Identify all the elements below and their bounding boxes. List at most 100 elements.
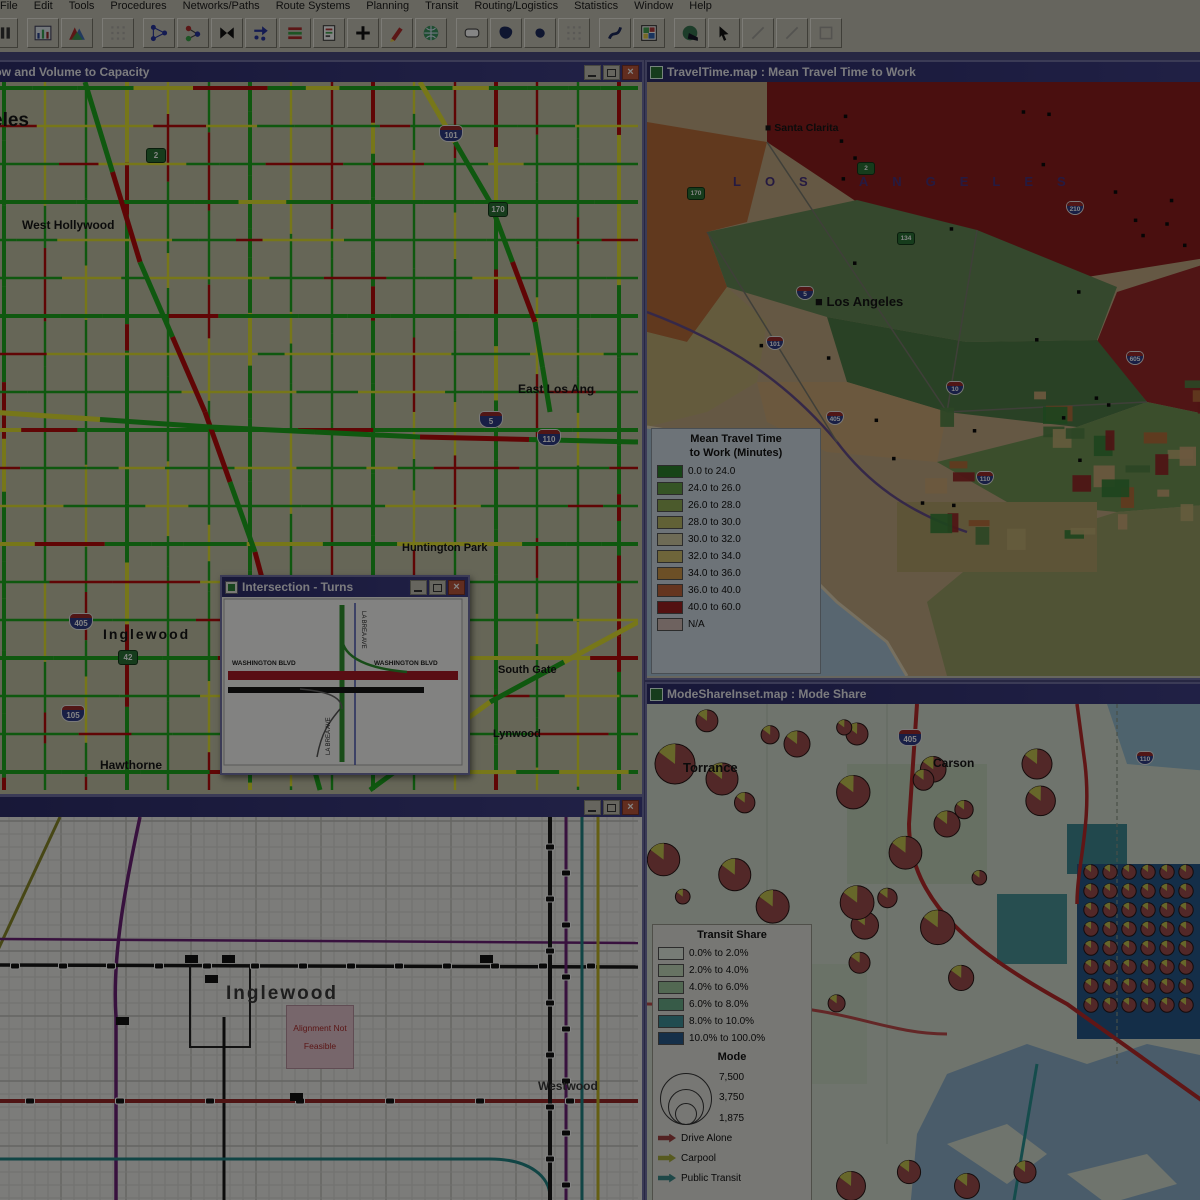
- crosshair-button[interactable]: [347, 18, 379, 48]
- routes-window-titlebar[interactable]: ×: [0, 797, 642, 817]
- map-window-icon: [650, 66, 663, 79]
- path-tool-button-disabled[interactable]: [776, 18, 808, 48]
- legend-row: 6.0% to 8.0%: [658, 998, 806, 1011]
- menu-item-statistics[interactable]: Statistics: [566, 0, 626, 12]
- restore-button[interactable]: [603, 800, 620, 815]
- city-label: ■ Los Angeles: [815, 294, 903, 309]
- traffic-window-titlebar[interactable]: low and Volume to Capacity ×: [0, 62, 642, 82]
- legend-swatch: [658, 1032, 684, 1045]
- flow-arrows-button[interactable]: [245, 18, 277, 48]
- state-route-shield: 134: [897, 232, 915, 245]
- network-editor-button[interactable]: [143, 18, 175, 48]
- mode-swatch: [658, 1174, 676, 1183]
- subarea-button[interactable]: [524, 18, 556, 48]
- matrix-grid-button-disabled[interactable]: [102, 18, 134, 48]
- legend-swatch: [658, 964, 684, 977]
- city-label: Inglewood: [226, 983, 338, 1005]
- globe-layers-button[interactable]: [415, 18, 447, 48]
- legend-swatch: [657, 499, 683, 512]
- globe-3d-button[interactable]: [674, 18, 706, 48]
- city-label: Hawthorne: [100, 758, 162, 772]
- intersection-titlebar[interactable]: Intersection - Turns ×: [222, 577, 468, 597]
- toolbox-button[interactable]: [0, 18, 18, 48]
- map-preview-button[interactable]: [633, 18, 665, 48]
- legend-row: 40.0 to 60.0: [657, 601, 815, 614]
- city-label: Carson: [933, 756, 974, 770]
- legend-row: 36.0 to 40.0: [657, 584, 815, 597]
- menu-item-help[interactable]: Help: [681, 0, 720, 12]
- interstate-shield: 101: [440, 126, 462, 141]
- menu-item-tools[interactable]: Tools: [61, 0, 103, 12]
- travel-time-map[interactable]: ■ Santa Clarita ■ Los Angeles LOS ANGELE…: [647, 82, 1200, 678]
- map-note: Alignment Not Feasible: [286, 1005, 354, 1069]
- menu-bar: FileEditToolsProceduresNetworks/PathsRou…: [0, 0, 1200, 14]
- legend-row: N/A: [657, 618, 815, 631]
- menu-item-route-systems[interactable]: Route Systems: [268, 0, 359, 12]
- intersection-diagram[interactable]: WASHINGTON BLVD WASHINGTON BLVD LA BREA …: [222, 597, 468, 773]
- legend-row: 30.0 to 32.0: [657, 533, 815, 546]
- report-page-button[interactable]: [313, 18, 345, 48]
- district-button[interactable]: [490, 18, 522, 48]
- menu-item-edit[interactable]: Edit: [26, 0, 61, 12]
- menu-item-window[interactable]: Window: [626, 0, 681, 12]
- minimize-button[interactable]: [584, 800, 601, 815]
- legend-swatch: [658, 998, 684, 1011]
- legend-row: 10.0% to 100.0%: [658, 1032, 806, 1045]
- menu-item-procedures[interactable]: Procedures: [102, 0, 174, 12]
- measure-pen-button[interactable]: [381, 18, 413, 48]
- legend-swatch: [657, 482, 683, 495]
- legend-row: 2.0% to 4.0%: [658, 964, 806, 977]
- street-label: LA BREA AVE: [360, 611, 366, 649]
- menu-item-transit[interactable]: Transit: [417, 0, 466, 12]
- grid-button-disabled[interactable]: [558, 18, 590, 48]
- close-button[interactable]: ×: [448, 580, 465, 595]
- mode-window-title: ModeShareInset.map : Mode Share: [667, 687, 866, 701]
- legend-swatch: [658, 947, 684, 960]
- close-button[interactable]: ×: [622, 800, 639, 815]
- menu-item-file[interactable]: File: [0, 0, 26, 12]
- menu-item-routing-logistics[interactable]: Routing/Logistics: [466, 0, 566, 12]
- city-label: Lynwood: [493, 728, 541, 740]
- menu-item-networks-paths[interactable]: Networks/Paths: [175, 0, 268, 12]
- window-mode-share: ModeShareInset.map : Mode Share: [645, 682, 1200, 1200]
- legend-title: Transit Share: [658, 929, 806, 943]
- legend-swatch: [657, 550, 683, 563]
- new-dataview-button[interactable]: [27, 18, 59, 48]
- travel-window-titlebar[interactable]: TravelTime.map : Mean Travel Time to Wor…: [647, 62, 1200, 82]
- city-label: South Gate: [498, 664, 557, 676]
- state-route-shield: 2: [146, 148, 166, 163]
- legend-title: Mean Travel Time to Work (Minutes): [657, 433, 815, 461]
- frame-tool-button-disabled[interactable]: [810, 18, 842, 48]
- mode-section-title: Mode: [658, 1051, 806, 1065]
- city-label: Huntington Park: [402, 542, 488, 554]
- street-label: WASHINGTON BLVD: [232, 660, 296, 667]
- city-label: Inglewood: [103, 626, 190, 642]
- label-button[interactable]: [456, 18, 488, 48]
- restore-button[interactable]: [429, 580, 446, 595]
- minimize-button[interactable]: [410, 580, 427, 595]
- city-label: Torrance: [683, 760, 738, 775]
- mode-share-legend: Transit Share 0.0% to 2.0% 2.0% to 4.0% …: [652, 924, 812, 1200]
- menu-item-planning[interactable]: Planning: [358, 0, 417, 12]
- route-button[interactable]: [599, 18, 631, 48]
- legend-row: 0.0% to 2.0%: [658, 947, 806, 960]
- legend-swatch: [657, 567, 683, 580]
- county-label: LOS ANGELES: [733, 174, 1200, 189]
- line-tool-button-disabled[interactable]: [742, 18, 774, 48]
- close-button[interactable]: ×: [622, 65, 639, 80]
- mode-share-map[interactable]: Torrance Carson 405 110 Transit Share 0.…: [647, 704, 1200, 1200]
- merge-button[interactable]: [211, 18, 243, 48]
- network-colors-button[interactable]: [177, 18, 209, 48]
- city-label: eles: [0, 110, 29, 132]
- routes-map[interactable]: Inglewood Westwood Alignment Not Feasibl…: [0, 817, 642, 1200]
- legend-lines-button[interactable]: [279, 18, 311, 48]
- size-label: 7,500: [719, 1072, 744, 1083]
- pointer-button[interactable]: [708, 18, 740, 48]
- toolbar: [0, 14, 1200, 53]
- minimize-button[interactable]: [584, 65, 601, 80]
- mode-window-titlebar[interactable]: ModeShareInset.map : Mode Share: [647, 684, 1200, 704]
- legend-row: Public Transit: [658, 1173, 806, 1184]
- map-layers-button[interactable]: [61, 18, 93, 48]
- intersection-window-icon: [225, 581, 238, 594]
- restore-button[interactable]: [603, 65, 620, 80]
